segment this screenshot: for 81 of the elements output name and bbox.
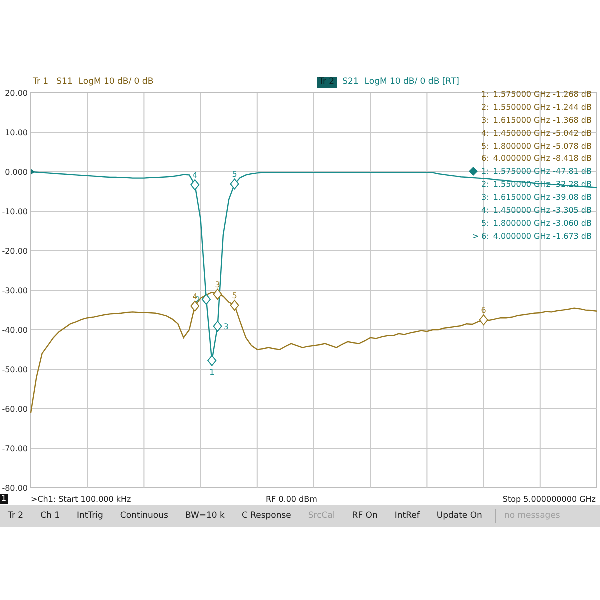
stop-frequency: Stop 5.000000000 GHz: [502, 494, 597, 504]
marker-frequency: 4.000000 GHz: [493, 154, 552, 164]
marker-frequency: 1.550000 GHz: [493, 102, 552, 112]
marker-value: -1.368 dB: [553, 116, 592, 125]
marker-index: 4:: [480, 128, 490, 138]
status-button[interactable]: Update On: [430, 511, 488, 521]
marker-label: 1: [210, 368, 215, 377]
marker-index: 3:: [480, 193, 490, 202]
trace-tab[interactable]: Tr 1: [31, 76, 51, 88]
marker-index: 5:: [480, 142, 490, 150]
axis-label: -70.00: [2, 444, 28, 454]
marker-value: -3.305 dB: [553, 206, 592, 215]
axis-label: -60.00: [2, 405, 28, 414]
marker-frequency: 1.800000 GHz: [493, 142, 552, 150]
marker-index: 1:: [480, 90, 490, 99]
marker-icon: [202, 294, 212, 306]
marker-label: 5: [232, 170, 238, 180]
axis-label: -30.00: [2, 286, 28, 296]
channel-badge: 1: [0, 494, 8, 504]
marker-frequency: 1.450000 GHz: [493, 128, 552, 138]
marker-index: 3:: [480, 116, 490, 125]
axis-label: 20.00: [5, 89, 28, 98]
axis-label: -40.00: [2, 326, 28, 335]
marker-frequency: 1.615000 GHz: [493, 193, 552, 202]
reference-level-icon: [31, 169, 35, 175]
marker-value: -1.268 dB: [553, 90, 592, 99]
marker-label: 3: [215, 280, 220, 290]
marker-label: 3: [224, 322, 229, 332]
marker-icon: [213, 288, 222, 300]
marker-icon: [479, 314, 488, 326]
marker-frequency: 1.575000 GHz: [493, 90, 552, 99]
status-button[interactable]: IntTrig: [71, 511, 110, 521]
marker-icon: [213, 320, 222, 332]
marker-frequency: 1.575000 GHz: [493, 167, 552, 176]
marker-value: -1.673 dB: [553, 232, 592, 241]
marker-value: -8.418 dB: [553, 154, 592, 164]
axis-label: -20.00: [2, 247, 28, 256]
start-frequency: >Ch1: Start 100.000 kHz: [31, 494, 132, 504]
trace-format: LogM 10 dB/ 0 dB [RT]: [364, 77, 460, 87]
marker-index: 4:: [480, 206, 490, 215]
axis-label: 0.000: [5, 168, 28, 177]
marker-icon: [190, 179, 200, 191]
marker-icon: [207, 355, 217, 367]
marker-index: 5:: [480, 218, 490, 228]
marker-value: -5.078 dB: [553, 142, 592, 150]
marker-value: -3.060 dB: [553, 218, 592, 228]
status-button[interactable]: RF On: [346, 511, 384, 521]
axis-label: -50.00: [2, 366, 28, 374]
trace-format: LogM 10 dB/ 0 dB: [78, 77, 154, 87]
status-button[interactable]: Continuous: [114, 511, 174, 521]
status-button[interactable]: C Response: [236, 511, 298, 521]
marker-index: 2:: [480, 102, 490, 112]
marker-value: -5.042 dB: [553, 128, 592, 138]
marker-frequency: 1.450000 GHz: [493, 206, 552, 215]
marker-value: -47.81 dB: [553, 167, 592, 176]
marker-index: > 6:: [472, 232, 490, 241]
marker-label: 5: [232, 292, 238, 300]
status-button[interactable]: Ch 1: [34, 511, 66, 521]
marker-value: -1.244 dB: [553, 102, 592, 112]
marker-label: 4: [192, 292, 198, 302]
marker-index: 6:: [480, 154, 490, 164]
marker-label: 4: [192, 171, 198, 180]
axis-label: -10.00: [2, 208, 28, 216]
marker-icon: [230, 300, 240, 312]
source-power: RF 0.00 dBm: [266, 494, 318, 504]
axis-label: 10.00: [5, 128, 28, 138]
trace-parameter: S11: [56, 77, 73, 87]
status-button[interactable]: Tr 2: [2, 511, 30, 521]
marker-label: 6: [481, 306, 486, 316]
marker-value: -39.08 dB: [553, 193, 592, 202]
marker-frequency: 1.800000 GHz: [493, 218, 552, 228]
axis-label: -80.00: [2, 484, 28, 493]
marker-frequency: 1.615000 GHz: [493, 116, 552, 125]
marker-index: 1:: [480, 167, 490, 176]
marker-index: 2:: [480, 180, 490, 190]
status-button[interactable]: IntRef: [388, 511, 426, 521]
status-button[interactable]: BW=10 k: [179, 511, 231, 521]
marker-icon: [190, 300, 200, 312]
marker-icon: [230, 178, 240, 190]
marker-frequency: 4.000000 GHz: [493, 232, 552, 241]
trace-parameter: S21: [342, 77, 359, 87]
